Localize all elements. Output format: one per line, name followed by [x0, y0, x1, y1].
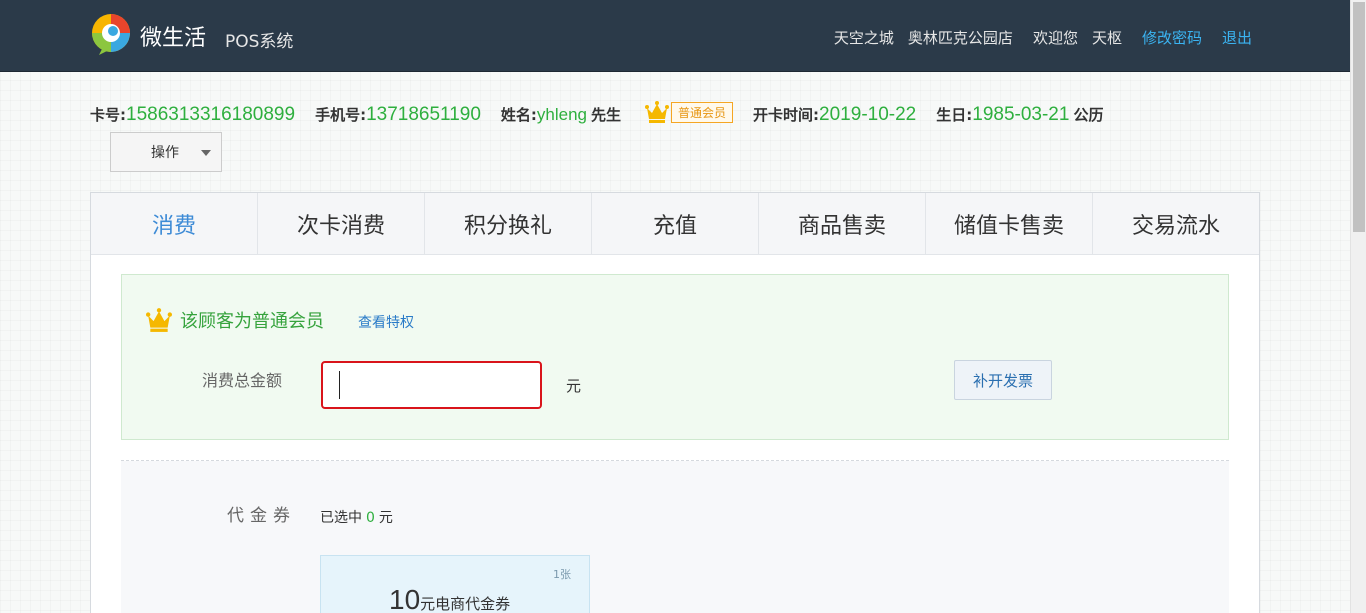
welcome-text: 欢迎您 [1032, 29, 1078, 47]
system-name: POS系统 [225, 32, 294, 52]
level-badge-group: 普通会员 [645, 101, 734, 123]
voucher-amount: 10元电商代金券 [389, 584, 510, 613]
voucher-label: 代金券 [227, 506, 296, 526]
card-label: 卡号: [90, 106, 126, 124]
voucher-selected-summary: 已选中 0 元 [320, 507, 393, 527]
username: 天枢 [1091, 29, 1122, 47]
tab-consume[interactable]: 消费 [91, 193, 258, 254]
open-date-label: 开卡时间: [753, 106, 820, 124]
member-title: 先生 [591, 106, 622, 124]
chevron-down-icon [201, 150, 211, 156]
selected-prefix: 已选中 [320, 510, 362, 526]
name-label: 姓名: [500, 106, 537, 124]
text-cursor [339, 371, 340, 399]
change-password-link[interactable]: 修改密码 [1142, 27, 1202, 48]
phone-number: 13718651190 [366, 104, 481, 125]
store-name: 奥林匹克公园店 [907, 29, 1013, 47]
voucher-count: 1张 [553, 568, 571, 581]
tab-points-gift[interactable]: 积分换礼 [425, 193, 592, 254]
tab-recharge[interactable]: 充值 [592, 193, 759, 254]
tab-times-card-consume[interactable]: 次卡消费 [258, 193, 425, 254]
amount-input[interactable] [321, 361, 542, 409]
selected-unit: 元 [378, 510, 393, 526]
tab-transaction-log[interactable]: 交易流水 [1093, 193, 1259, 254]
main-panel: 消费 次卡消费 积分换礼 充值 商品售卖 储值卡售卖 交易流水 该顾客为普通会员… [90, 192, 1260, 613]
weishenghuo-logo-icon [92, 14, 130, 55]
crown-icon [645, 101, 670, 123]
operations-label: 操作 [151, 145, 179, 161]
member-info: 卡号: 1586313316180899 手机号: 13718651190 姓名… [90, 98, 1104, 125]
view-privileges-link[interactable]: 查看特权 [358, 312, 414, 332]
vertical-scrollbar[interactable] [1350, 0, 1366, 613]
level-badge: 普通会员 [671, 101, 734, 123]
birthday: 1985-03-21 [972, 104, 1070, 125]
calendar-type: 公历 [1073, 106, 1104, 124]
phone-label: 手机号: [315, 106, 367, 124]
scrollbar-thumb[interactable] [1353, 2, 1365, 232]
consume-form: 该顾客为普通会员 查看特权 消费总金额 元 补开发票 [121, 274, 1229, 440]
tab-stored-card-sale[interactable]: 储值卡售卖 [926, 193, 1093, 254]
logout-link[interactable]: 退出 [1222, 27, 1252, 48]
selected-amount: 0 [366, 510, 375, 526]
open-date: 2019-10-22 [819, 104, 917, 125]
crown-icon [146, 308, 172, 332]
amount-unit: 元 [566, 377, 582, 395]
card-number: 1586313316180899 [126, 104, 296, 125]
brand-name: 微生活 [140, 26, 207, 51]
top-header: 微生活 POS系统 天空之城 奥林匹克公园店 欢迎您 天枢 修改密码 退出 [0, 0, 1350, 72]
member-notice-text: 该顾客为普通会员 [180, 311, 324, 332]
tab-goods-sale[interactable]: 商品售卖 [759, 193, 926, 254]
birthday-label: 生日: [936, 106, 973, 124]
tab-bar: 消费 次卡消费 积分换礼 充值 商品售卖 储值卡售卖 交易流水 [91, 193, 1259, 255]
top-nav: 天空之城 奥林匹克公园店 欢迎您 天枢 修改密码 退出 [834, 27, 1252, 48]
voucher-value: 10 [389, 584, 421, 613]
operations-dropdown[interactable]: 操作 [110, 132, 222, 172]
member-notice: 该顾客为普通会员 查看特权 [146, 307, 414, 333]
voucher-card[interactable]: 1张 10元电商代金券 [320, 555, 590, 613]
member-name: yhleng [536, 105, 588, 124]
amount-label: 消费总金额 [202, 371, 283, 390]
reissue-invoice-button[interactable]: 补开发票 [954, 360, 1052, 400]
voucher-section: 代金券 已选中 0 元 1张 10元电商代金券 [121, 461, 1229, 613]
voucher-name: 元电商代金券 [420, 595, 511, 613]
area-name: 天空之城 [833, 29, 894, 47]
